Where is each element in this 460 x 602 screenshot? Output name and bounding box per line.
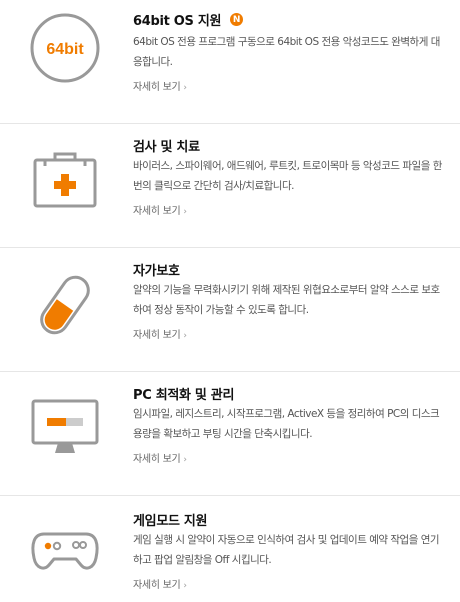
- feature-item-game-mode: 게임모드 지원 게임 실행 시 알약이 자동으로 인식하여 검사 및 업데이트 …: [0, 496, 460, 602]
- feature-description: 임시파일, 레지스트리, 시작프로그램, ActiveX 등을 정리하여 PC의…: [133, 408, 440, 440]
- feature-item-scan-cure: 검사 및 치료 바이러스, 스파이웨어, 애드웨어, 루트킷, 트로이목마 등 …: [0, 124, 460, 248]
- feature-item-self-protection: 자가보호 알약의 기능을 무력화시키기 위해 제작된 위협요소로부터 알약 스스…: [0, 248, 460, 372]
- more-link-label: 자세히 보기: [133, 330, 181, 341]
- feature-description: 64bit OS 전용 프로그램 구동으로 64bit OS 전용 악성코드도 …: [133, 36, 440, 68]
- feature-description: 바이러스, 스파이웨어, 애드웨어, 루트킷, 트로이목마 등 악성코드 파일을…: [133, 160, 442, 192]
- more-link[interactable]: 자세히 보기 ›: [133, 78, 187, 93]
- first-aid-kit-icon: [30, 146, 100, 216]
- feature-description: 알약의 기능을 무력화시키기 위해 제작된 위협요소로부터 알약 스스로 보호하…: [133, 284, 440, 316]
- chevron-right-icon: ›: [183, 331, 187, 341]
- more-link-label: 자세히 보기: [133, 454, 181, 465]
- chevron-right-icon: ›: [183, 455, 187, 465]
- feature-title: PC 최적화 및 관리: [133, 388, 235, 403]
- feature-title: 검사 및 치료: [133, 140, 200, 155]
- gamepad-icon: [30, 514, 100, 584]
- more-link[interactable]: 자세히 보기 ›: [133, 576, 187, 591]
- more-link[interactable]: 자세히 보기 ›: [133, 450, 187, 465]
- chevron-right-icon: ›: [183, 581, 187, 591]
- feature-item-pc-optimize: PC 최적화 및 관리 임시파일, 레지스트리, 시작프로그램, ActiveX…: [0, 372, 460, 496]
- feature-title: 자가보호: [133, 264, 180, 279]
- monitor-optimize-icon: [30, 392, 100, 462]
- more-link-label: 자세히 보기: [133, 580, 181, 591]
- more-link-label: 자세히 보기: [133, 206, 181, 217]
- feature-title: 게임모드 지원: [133, 514, 208, 529]
- 64bit-circle-icon: 64bit: [30, 13, 100, 83]
- more-link[interactable]: 자세히 보기 ›: [133, 326, 187, 341]
- feature-description: 게임 실행 시 알약이 자동으로 인식하여 검사 및 업데이트 예약 작업을 연…: [133, 534, 440, 566]
- new-badge: N: [230, 13, 244, 26]
- feature-title: 64bit OS 지원: [133, 14, 222, 29]
- feature-list: 64bit 64bit OS 지원 N 64bit OS 전용 프로그램 구동으…: [0, 0, 460, 602]
- chevron-right-icon: ›: [183, 207, 187, 217]
- chevron-right-icon: ›: [183, 83, 187, 93]
- 64bit-icon-label: 64bit: [46, 41, 84, 58]
- pill-capsule-icon: [30, 270, 100, 340]
- feature-item-64bit: 64bit 64bit OS 지원 N 64bit OS 전용 프로그램 구동으…: [0, 0, 460, 124]
- more-link-label: 자세히 보기: [133, 82, 181, 93]
- more-link[interactable]: 자세히 보기 ›: [133, 202, 187, 217]
